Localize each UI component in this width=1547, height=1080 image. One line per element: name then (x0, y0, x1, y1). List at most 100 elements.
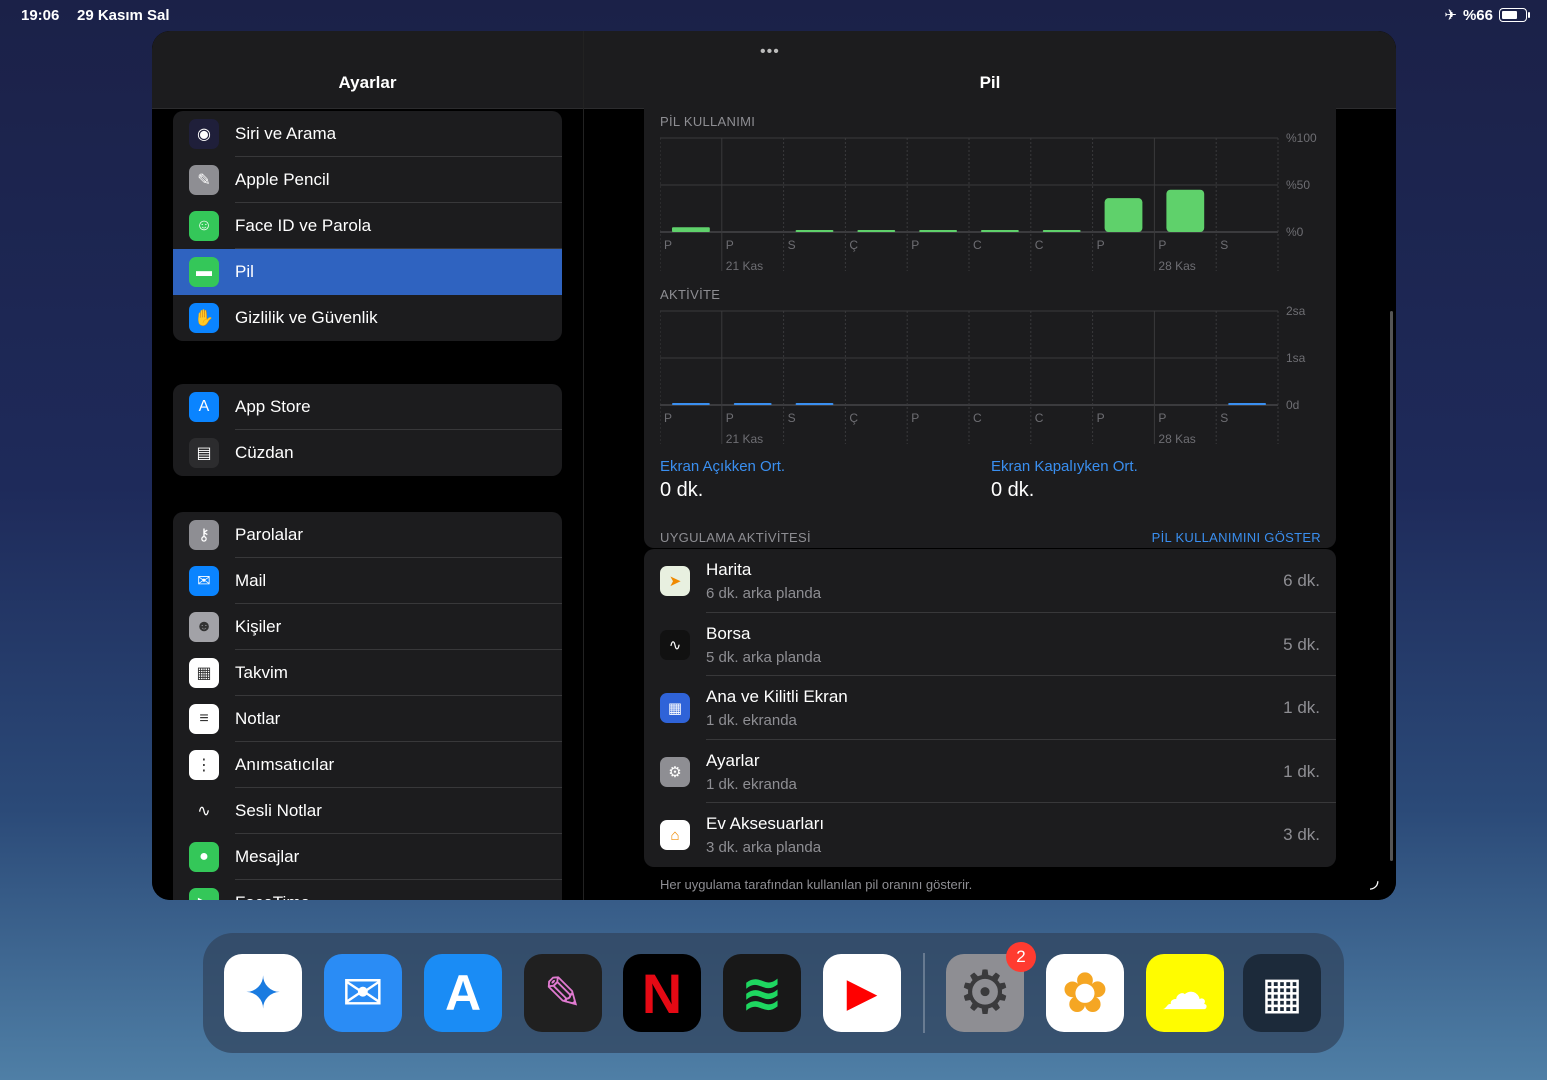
app-name: Ev Aksesuarları (706, 814, 825, 834)
x-tick-label: C (1035, 411, 1044, 425)
dock-app-photos[interactable]: ✿ (1046, 954, 1124, 1032)
detail-header: ••• Pil (584, 31, 1396, 109)
sidebar-item-battery[interactable]: ▬ Pil (173, 249, 562, 295)
sidebar-item-mail[interactable]: ✉ Mail (173, 558, 562, 604)
app-activity-row[interactable]: ∿ Borsa 5 dk. arka planda 5 dk. (644, 613, 1336, 677)
screen-on-label: Ekran Açıkken Ort. (660, 458, 786, 475)
sidebar-item-reminders[interactable]: ⋮ Anımsatıcılar (173, 742, 562, 788)
app-activity-row[interactable]: ⌂ Ev Aksesuarları 3 dk. arka planda 3 dk. (644, 803, 1336, 867)
sidebar-item-calendar[interactable]: ▦ Takvim (173, 650, 562, 696)
x-tick-label: C (973, 411, 982, 425)
sidebar-item-faceid[interactable]: ☺ Face ID ve Parola (173, 203, 562, 249)
x-tick-label: S (1220, 238, 1228, 252)
chart-bar (672, 403, 710, 405)
sidebar-item-notes[interactable]: ≡ Notlar (173, 696, 562, 742)
app-activity-label: UYGULAMA AKTİVİTESİ (660, 530, 811, 545)
app-name: Ayarlar (706, 750, 760, 770)
contacts-icon: ☻ (189, 612, 219, 642)
x-tick-label: C (1035, 238, 1044, 252)
app-activity-list: ➤ Harita 6 dk. arka planda 6 dk. ∿ Borsa 5 dk.… (644, 549, 1336, 867)
app-usage-value: 1 dk. (1283, 698, 1320, 718)
dock-app-spotify[interactable]: ≋ (723, 954, 801, 1032)
dock-app-settings[interactable]: ⚙ 2 (946, 942, 1036, 1032)
app-usage-value: 3 dk. (1283, 825, 1320, 845)
sidebar-item-wallet[interactable]: ▤ Cüzdan (173, 430, 562, 476)
reminders-icon: ⋮ (189, 750, 219, 780)
sidebar-item-label: Notlar (235, 709, 281, 728)
chart-bar (795, 230, 834, 232)
status-bar: 19:06 29 Kasım Sal ✈ %66 (0, 0, 1547, 30)
notification-badge: 2 (1006, 942, 1036, 972)
date-label: 21 Kas (726, 432, 763, 446)
sidebar-item-pencil[interactable]: ✎ Apple Pencil (173, 157, 562, 203)
app-usage-detail: 1 dk. ekranda (706, 712, 797, 730)
sidebar-item-label: Mesajlar (235, 847, 300, 866)
sidebar-item-siri[interactable]: ◉ Siri ve Arama (173, 111, 562, 157)
detail-scrollbar[interactable] (1390, 311, 1393, 861)
app-activity-row[interactable]: ➤ Harita 6 dk. arka planda 6 dk. (644, 549, 1336, 613)
sidebar-item-label: Kişiler (235, 617, 282, 636)
sidebar-title: Ayarlar (338, 73, 397, 92)
sidebar-item-contacts[interactable]: ☻ Kişiler (173, 604, 562, 650)
app-activity-row[interactable]: ⚙ Ayarlar 1 dk. ekranda 1 dk. (644, 740, 1336, 804)
sidebar-group-3: ⚷ Parolalar ✉ Mail ☻ Kişiler ▦ Takvim ≡ Notlar ⋮ An… (173, 512, 562, 900)
sidebar-item-label: FaceTime (235, 893, 310, 900)
sidebar-item-facetime[interactable]: ▶ FaceTime (173, 880, 562, 900)
notes-icon: ≡ (189, 704, 219, 734)
detail-title: Pil (979, 73, 1001, 92)
app-name: Borsa (706, 623, 751, 643)
app-usage-value: 5 dk. (1283, 634, 1320, 654)
chart-bar (672, 227, 710, 232)
sidebar-item-label: Parolalar (235, 525, 304, 544)
status-right: ✈ %66 (1444, 6, 1530, 24)
sidebar-item-appstore[interactable]: A App Store (173, 384, 562, 430)
youtube-icon: ▶ (846, 971, 878, 1015)
y-tick-label: 0d (1286, 398, 1299, 412)
x-tick-label: P (1097, 411, 1105, 425)
dock-app-safari[interactable]: ✦ (224, 954, 302, 1032)
sidebar-item-label: Gizlilik ve Güvenlik (235, 308, 378, 327)
battery-icon (1499, 8, 1530, 22)
dock-app-appstore[interactable]: A (424, 954, 502, 1032)
pencil-icon: ✎ (189, 165, 219, 195)
dock-app-snapchat[interactable]: ☁ (1146, 954, 1224, 1032)
status-date: 29 Kasım Sal (77, 7, 170, 24)
resize-handle-icon[interactable]: ◞ (1370, 867, 1379, 893)
sidebar-item-label: Anımsatıcılar (235, 755, 335, 774)
x-tick-label: P (664, 411, 672, 425)
sidebar-item-label: Mail (235, 571, 267, 590)
wallet-icon: ▤ (189, 438, 219, 468)
x-tick-label: P (726, 238, 734, 252)
multitasking-dots-icon[interactable]: ••• (760, 43, 780, 61)
y-tick-label: %50 (1286, 178, 1310, 192)
dock-app-procreate[interactable]: ✎ (524, 954, 602, 1032)
mail-icon: ✉ (342, 965, 384, 1021)
x-tick-label: P (1158, 411, 1166, 425)
y-tick-label: %0 (1286, 225, 1304, 239)
sidebar-item-hand[interactable]: ✋ Gizlilik ve Güvenlik (173, 295, 562, 341)
dock-app-recent-apps[interactable]: ▦ (1243, 954, 1321, 1032)
battery-percent: %66 (1462, 6, 1493, 24)
show-battery-usage-button[interactable]: PİL KULLANIMINI GÖSTER (1152, 530, 1321, 545)
x-tick-label: S (788, 411, 796, 425)
sidebar-item-voice-memos[interactable]: ∿ Sesli Notlar (173, 788, 562, 834)
procreate-icon: ✎ (543, 967, 583, 1019)
app-activity-row[interactable]: ▦ Ana ve Kilitli Ekran 1 dk. ekranda 1 dk. (644, 676, 1336, 740)
sidebar-group-1: ◉ Siri ve Arama ✎ Apple Pencil ☺ Face ID ve P… (173, 111, 562, 341)
messages-icon: ● (189, 842, 219, 872)
netflix-icon: N (641, 961, 683, 1025)
app-usage-value: 6 dk. (1283, 571, 1320, 590)
chart-bar (795, 403, 834, 405)
dock-app-netflix[interactable]: N (623, 954, 701, 1032)
dock-app-youtube[interactable]: ▶ (823, 954, 901, 1032)
app-usage-detail: 3 dk. arka planda (706, 839, 822, 857)
app-usage-value: 1 dk. (1283, 761, 1320, 781)
sidebar-item-label: Apple Pencil (235, 170, 330, 189)
y-tick-label: 2sa (1286, 304, 1306, 318)
sidebar-item-key[interactable]: ⚷ Parolalar (173, 512, 562, 558)
sidebar-item-messages[interactable]: ● Mesajlar (173, 834, 562, 880)
recent-apps-icon: ▦ (1261, 968, 1303, 1018)
activity-chart[interactable]: 2sa 1sa 0d P P S Ç P C C P P S 21 Kas 28 Kas (660, 299, 1336, 449)
battery-usage-chart[interactable]: %100 %50 %0 P P S Ç P C C P P S 21 Kas 28 Kas (660, 126, 1336, 276)
dock-app-mail[interactable]: ✉ (324, 954, 402, 1032)
